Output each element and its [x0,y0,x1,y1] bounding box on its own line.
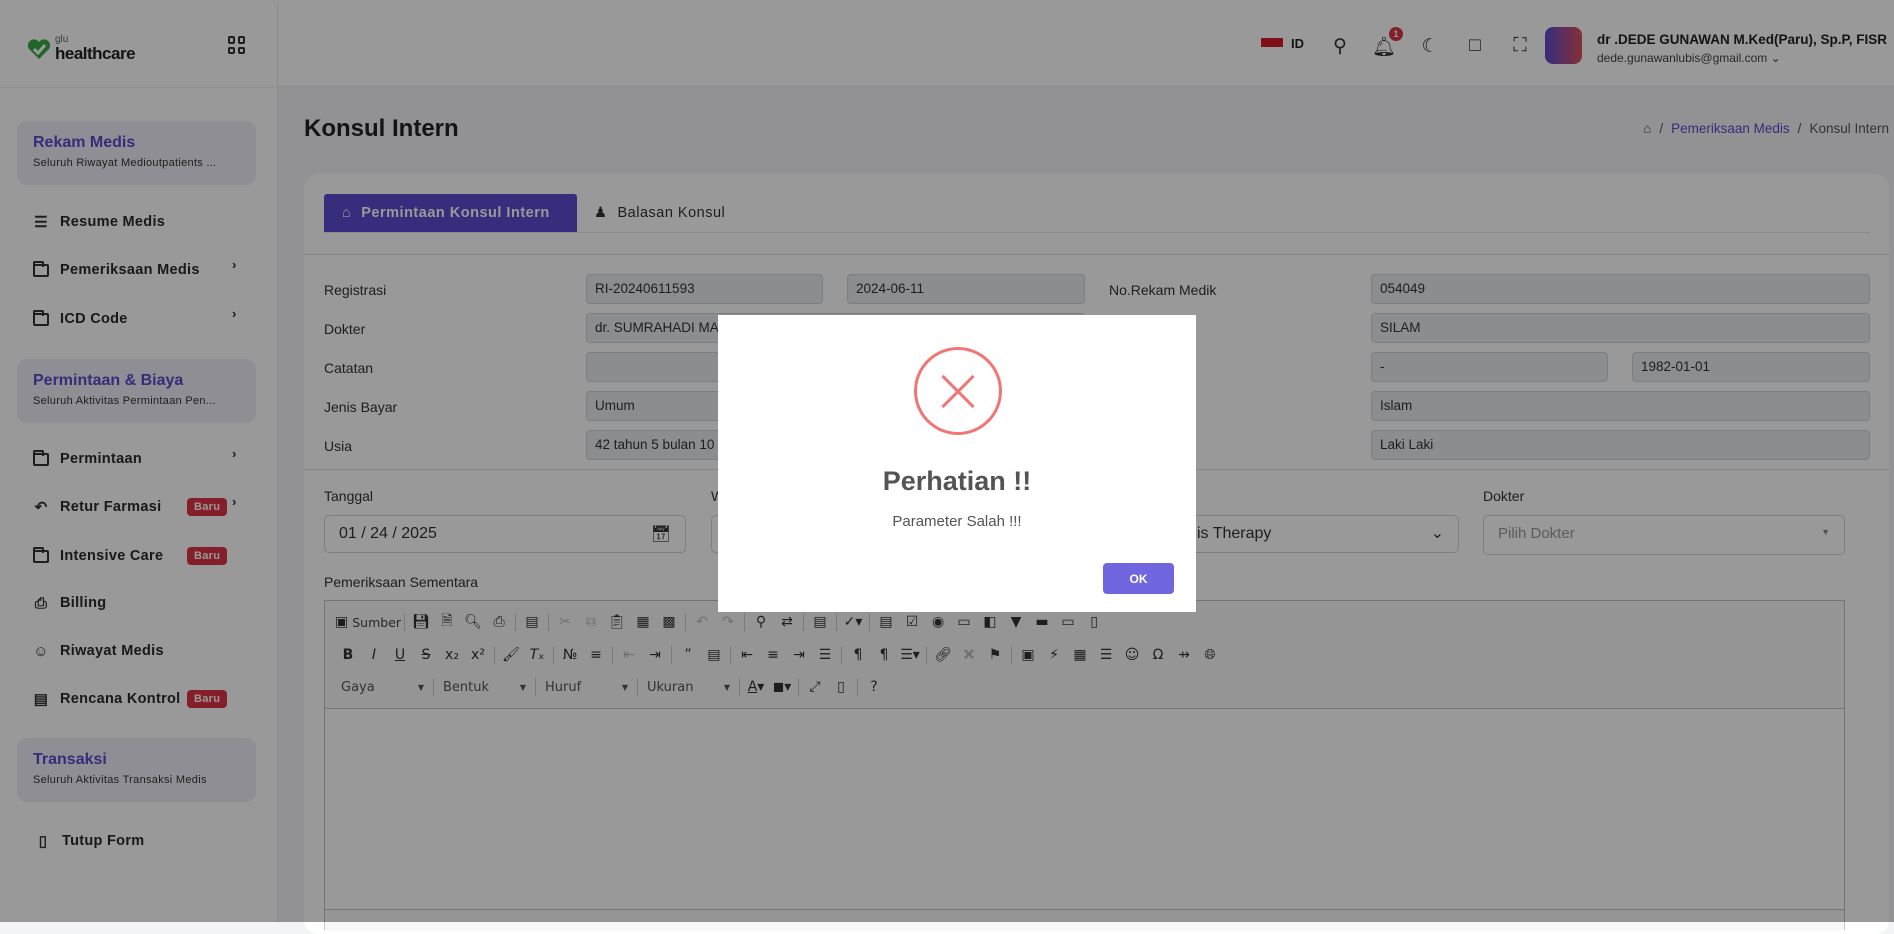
error-x-icon [914,347,1002,435]
alert-dialog: Perhatian !! Parameter Salah !!! OK [718,315,1196,612]
alert-title: Perhatian !! [882,466,1032,496]
alert-message: Parameter Salah !!! [892,513,1022,530]
ok-button[interactable]: OK [1103,563,1174,594]
